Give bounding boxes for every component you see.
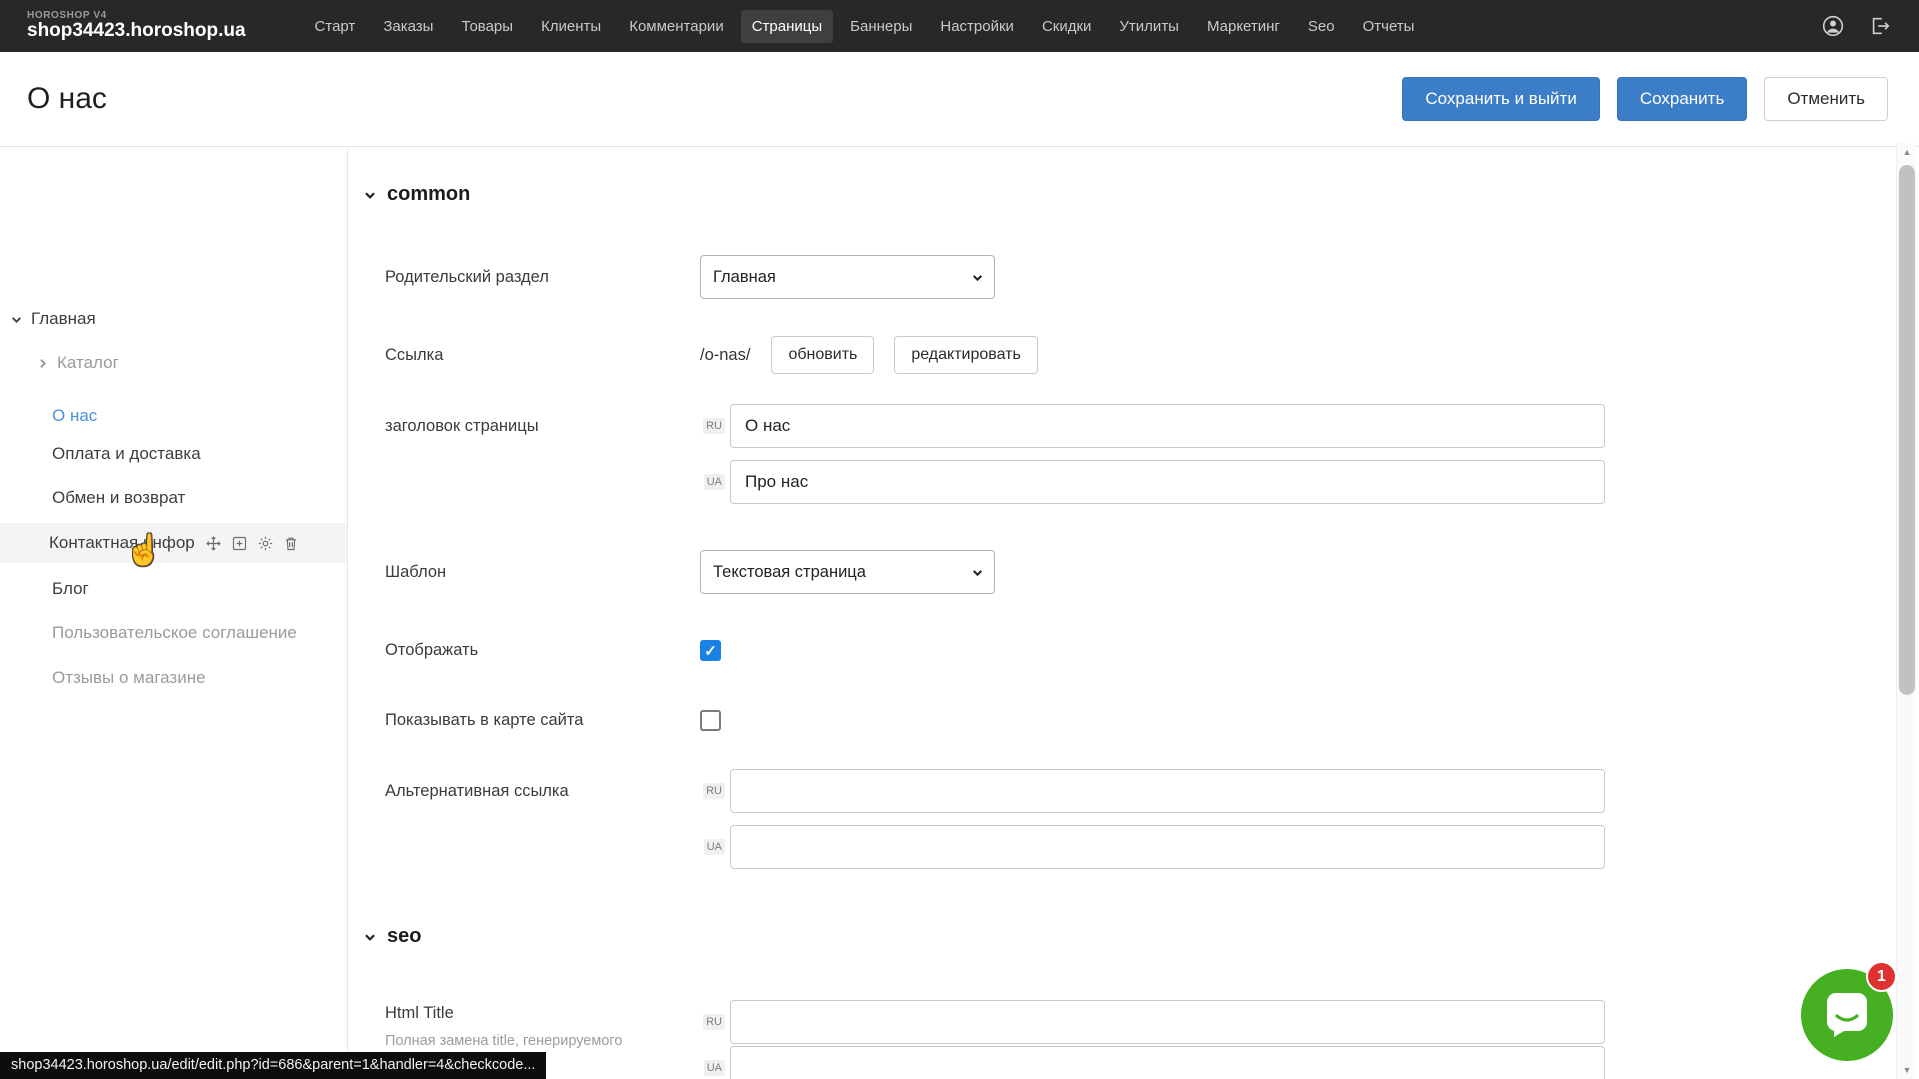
html-title-ru-input[interactable] (730, 1000, 1605, 1044)
nav-products[interactable]: Товары (450, 10, 524, 43)
template-select-wrap: Текстовая страница (700, 550, 995, 594)
main-menu: Старт Заказы Товары Клиенты Комментарии … (304, 10, 1426, 43)
parent-section-select[interactable]: Главная (700, 255, 995, 299)
scrollbar-thumb[interactable] (1899, 165, 1915, 695)
template-label: Шаблон (385, 563, 700, 582)
section-seo[interactable]: seo (363, 925, 421, 948)
account-icon[interactable] (1821, 14, 1845, 38)
chevron-down-icon (363, 930, 377, 944)
brand-domain-label: shop34423.horoshop.ua (27, 21, 246, 41)
page-heading-ru-input[interactable] (730, 404, 1605, 448)
scroll-up-arrow[interactable]: ▲ (1897, 143, 1917, 161)
scroll-down-arrow[interactable]: ▼ (1897, 1061, 1917, 1079)
link-refresh-button[interactable]: обновить (771, 336, 874, 374)
tree-item-store-reviews[interactable]: Отзывы о магазине (52, 663, 206, 693)
tree-item-blog[interactable]: Блог (52, 574, 89, 604)
tree-item-catalog[interactable]: Каталог (36, 348, 119, 378)
section-common[interactable]: common (363, 183, 470, 206)
nav-orders[interactable]: Заказы (372, 10, 444, 43)
page-title: О нас (27, 82, 107, 116)
tree-item-label: Пользовательское соглашение (52, 623, 297, 643)
settings-gear-icon[interactable] (257, 535, 274, 552)
template-select[interactable]: Текстовая страница (700, 550, 995, 594)
save-button[interactable]: Сохранить (1617, 77, 1747, 121)
tree-item-exchange-return[interactable]: Обмен и возврат (52, 483, 185, 513)
lang-badge-ru: RU (700, 783, 730, 799)
section-title: common (387, 183, 470, 206)
add-page-icon[interactable] (231, 535, 248, 552)
nav-discounts[interactable]: Скидки (1031, 10, 1102, 43)
tree-item-contact-info[interactable]: Контактная инфор (0, 523, 347, 563)
page-edit-form: common Родительский раздел Главная Ссылк… (348, 148, 1896, 1079)
top-navigation-bar: HOROSHOP V4 shop34423.horoshop.ua Старт … (0, 0, 1919, 52)
link-preview-statusbar: shop34423.horoshop.ua/edit/edit.php?id=6… (0, 1052, 546, 1079)
tree-item-label: Отзывы о магазине (52, 668, 206, 688)
nav-banners[interactable]: Баннеры (839, 10, 923, 43)
section-title: seo (387, 925, 421, 948)
link-edit-button[interactable]: редактировать (894, 336, 1037, 374)
lang-badge-ru: RU (700, 1014, 730, 1030)
alt-link-ru-input[interactable] (730, 769, 1605, 813)
lang-badge-ua: UA (700, 839, 730, 855)
move-icon[interactable] (205, 535, 222, 552)
tree-item-home[interactable]: Главная (10, 304, 96, 334)
display-checkbox[interactable]: ✓ (700, 640, 721, 661)
brand-logo[interactable]: HOROSHOP V4 shop34423.horoshop.ua (27, 11, 246, 41)
nav-seo[interactable]: Seo (1297, 10, 1346, 43)
mouse-cursor-icon: ☝ (125, 533, 162, 568)
page-header: О нас Сохранить и выйти Сохранить Отмени… (0, 52, 1919, 147)
vertical-scrollbar[interactable]: ▲ ▼ (1896, 143, 1916, 1079)
tree-item-user-agreement[interactable]: Пользовательское соглашение (52, 618, 297, 648)
tree-item-label: Обмен и возврат (52, 488, 185, 508)
parent-section-label: Родительский раздел (385, 268, 700, 287)
chevron-down-icon[interactable] (10, 313, 23, 326)
tree-item-label: Блог (52, 579, 89, 599)
lang-badge-ua: UA (700, 474, 730, 490)
save-and-exit-button[interactable]: Сохранить и выйти (1402, 77, 1599, 121)
lang-badge-ru: RU (700, 418, 730, 434)
lang-badge-ua: UA (700, 1060, 730, 1076)
page-editor-window: HOROSHOP V4 shop34423.horoshop.ua Старт … (0, 0, 1919, 1079)
alt-link-ua-input[interactable] (730, 825, 1605, 869)
tree-item-label: Главная (31, 309, 96, 329)
link-value: /o-nas/ (700, 346, 750, 365)
tree-item-label: Оплата и доставка (52, 444, 201, 464)
nav-clients[interactable]: Клиенты (530, 10, 612, 43)
pages-tree-sidebar: Главная Каталог О нас Оплата и доставка … (0, 148, 347, 1079)
nav-utilities[interactable]: Утилиты (1108, 10, 1190, 43)
nav-reports[interactable]: Отчеты (1352, 10, 1426, 43)
html-title-ua-input[interactable] (730, 1046, 1605, 1079)
tree-item-label: О нас (52, 406, 97, 426)
sitemap-checkbox[interactable] (700, 710, 721, 731)
nav-settings[interactable]: Настройки (929, 10, 1025, 43)
sitemap-label: Показывать в карте сайта (385, 711, 700, 730)
display-label: Отображать (385, 641, 700, 660)
tree-item-label: Контактная инфор (49, 533, 195, 553)
nav-marketing[interactable]: Маркетинг (1196, 10, 1291, 43)
chevron-down-icon (363, 188, 377, 202)
html-title-label: Html Title (385, 1004, 700, 1023)
chevron-right-icon[interactable] (36, 357, 49, 370)
delete-trash-icon[interactable] (283, 535, 299, 552)
link-label: Ссылка (385, 346, 700, 365)
page-heading-ua-input[interactable] (730, 460, 1605, 504)
nav-comments[interactable]: Комментарии (618, 10, 734, 43)
chat-bubble-icon (1824, 991, 1870, 1039)
logout-icon[interactable] (1869, 15, 1891, 37)
tree-item-label: Каталог (57, 353, 119, 373)
nav-pages[interactable]: Страницы (741, 10, 833, 43)
chat-unread-badge: 1 (1866, 961, 1897, 992)
tree-item-about-us[interactable]: О нас (52, 394, 347, 438)
parent-section-select-wrap: Главная (700, 255, 995, 299)
alt-link-label: Альтернативная ссылка (385, 782, 700, 801)
tree-item-payment-delivery[interactable]: Оплата и доставка (52, 439, 201, 469)
cancel-button[interactable]: Отменить (1764, 77, 1888, 121)
page-heading-label: заголовок страницы (385, 417, 700, 436)
nav-start[interactable]: Старт (304, 10, 367, 43)
